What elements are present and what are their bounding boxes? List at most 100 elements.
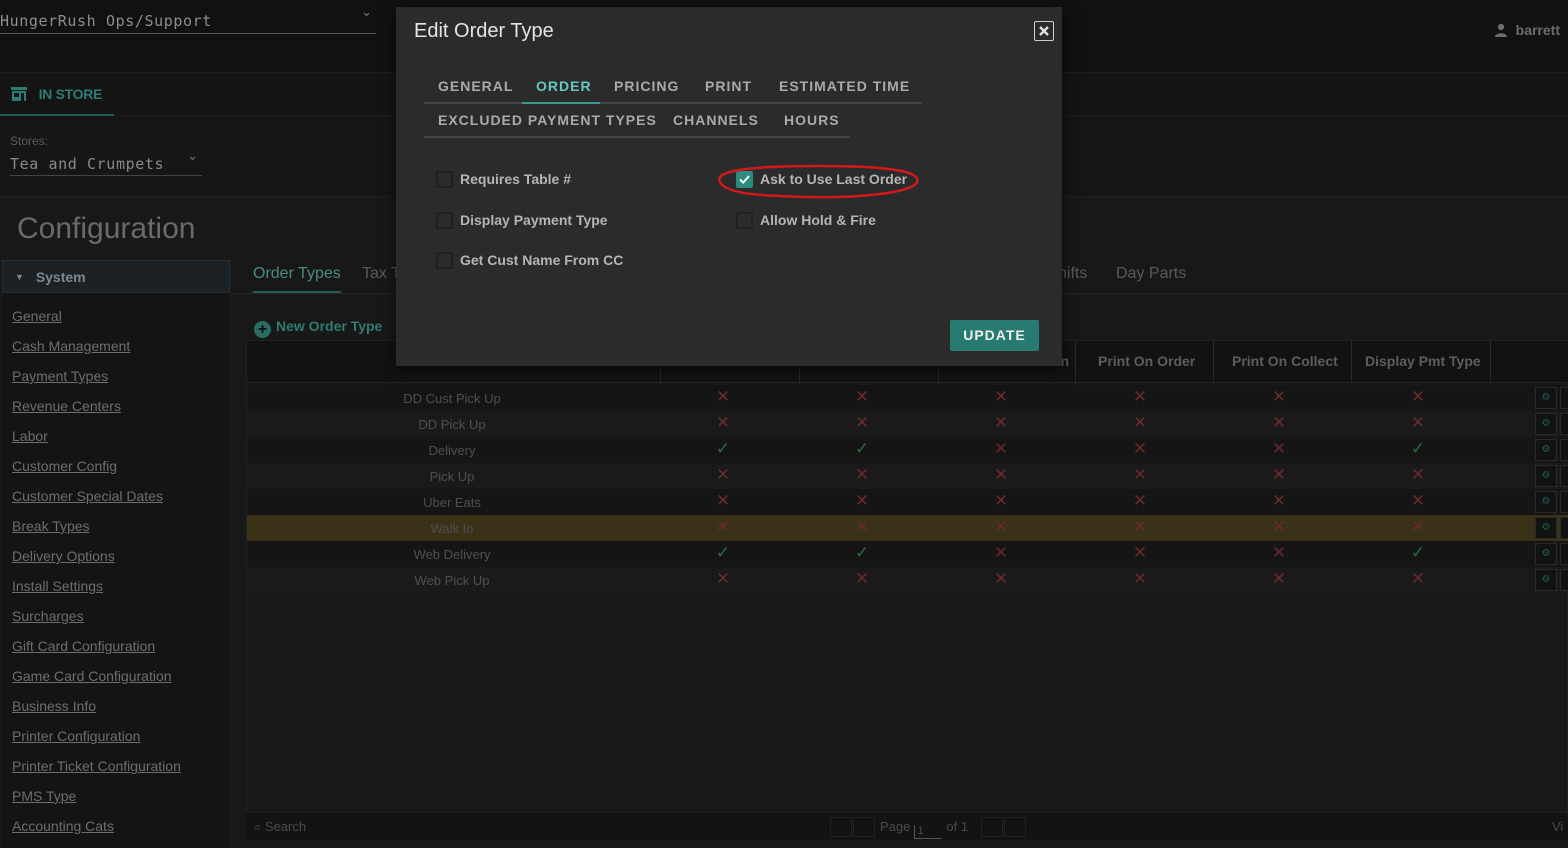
x-icon: ✕ [1410, 569, 1426, 588]
modal-tab-hours[interactable]: HOURS [784, 112, 840, 128]
prev-page-button[interactable] [853, 817, 875, 837]
sidebar-item-break-types[interactable]: Break Types [12, 518, 181, 548]
sidebar-item-printer-configuration[interactable]: Printer Configuration [12, 728, 181, 758]
user-name: barrett [1515, 22, 1560, 38]
sidebar-item-business-info[interactable]: Business Info [12, 698, 181, 728]
tab-in-store[interactable]: IN STORE [0, 74, 114, 116]
annotation-ellipse [718, 164, 919, 199]
sidebar-item-gift-card-configuration[interactable]: Gift Card Configuration [12, 638, 181, 668]
new-order-type-button[interactable]: + New Order Type [254, 318, 382, 338]
org-select-value: HungerRush Ops/Support [0, 12, 212, 30]
x-icon: ✕ [1271, 543, 1287, 562]
sidebar-item-install-settings[interactable]: Install Settings [12, 578, 181, 608]
row-action-button[interactable] [1560, 569, 1568, 591]
store-select[interactable]: Tea and Crumpets ⌄ [10, 148, 202, 176]
order-type-name: Web Pick Up [414, 573, 490, 588]
tab-tax[interactable]: Tax T [362, 265, 401, 283]
x-icon: ✕ [1132, 465, 1148, 484]
tab-underline [424, 136, 850, 138]
sidebar-item-surcharges[interactable]: Surcharges [12, 608, 181, 638]
grid-search[interactable]: ⌕ Search [254, 819, 306, 835]
sidebar-item-cash-management[interactable]: Cash Management [12, 338, 181, 368]
modal-tab-excluded-payment-types[interactable]: EXCLUDED PAYMENT TYPES [438, 112, 657, 128]
modal-tab-estimated-time[interactable]: ESTIMATED TIME [779, 78, 910, 94]
sidebar-section-system[interactable]: ▼ System [2, 260, 230, 293]
row-action-button[interactable] [1560, 413, 1568, 435]
table-row[interactable]: Delivery ✓ ✓ ✕ ✕ ✕ ✓ ⚙ [247, 437, 1568, 463]
edit-gear-icon[interactable]: ⚙ [1535, 491, 1557, 513]
sidebar-item-game-card-configuration[interactable]: Game Card Configuration [12, 668, 181, 698]
update-button[interactable]: UPDATE [950, 320, 1039, 351]
get-cust-name-checkbox[interactable] [436, 252, 453, 269]
display-payment-type-checkbox[interactable] [436, 212, 453, 229]
x-icon: ✕ [1132, 491, 1148, 510]
sidebar-item-general[interactable]: General [12, 308, 181, 338]
column-header-print-on-order[interactable]: Print On Order [1076, 341, 1214, 383]
order-type-name: Uber Eats [423, 495, 481, 510]
check-icon: ✓ [1410, 439, 1426, 458]
modal-tab-print[interactable]: PRINT [705, 78, 752, 94]
row-action-button[interactable] [1560, 465, 1568, 487]
row-action-button[interactable] [1560, 387, 1568, 409]
table-row[interactable]: Uber Eats ✕ ✕ ✕ ✕ ✕ ✕ ⚙ [247, 489, 1568, 515]
table-row[interactable]: DD Cust Pick Up ✕ ✕ ✕ ✕ ✕ ✕ ⚙ [247, 385, 1568, 411]
grid-search-label: Search [264, 819, 307, 834]
first-page-button[interactable] [830, 817, 852, 837]
table-row[interactable]: Web Pick Up ✕ ✕ ✕ ✕ ✕ ✕ ⚙ [247, 567, 1568, 593]
x-icon: ✕ [993, 543, 1009, 562]
tab-shifts[interactable]: hifts [1058, 265, 1087, 283]
tab-order-types[interactable]: Order Types [253, 265, 341, 293]
modal-tab-order[interactable]: ORDER [536, 78, 592, 94]
x-icon: ✕ [1271, 439, 1287, 458]
allow-hold-fire-checkbox[interactable] [736, 212, 753, 229]
user-menu[interactable]: barrett [1494, 22, 1560, 38]
org-select[interactable]: HungerRush Ops/Support ⌄ [0, 0, 376, 34]
edit-gear-icon[interactable]: ⚙ [1535, 569, 1557, 591]
sidebar-item-labor[interactable]: Labor [12, 428, 181, 458]
edit-gear-icon[interactable]: ⚙ [1535, 543, 1557, 565]
x-icon: ✕ [854, 569, 870, 588]
sidebar-item-printer-ticket-configuration[interactable]: Printer Ticket Configuration [12, 758, 181, 788]
x-icon: ✕ [1410, 387, 1426, 406]
modal-tab-pricing[interactable]: PRICING [614, 78, 679, 94]
page-label: Page [880, 819, 911, 834]
last-page-button[interactable] [1004, 817, 1026, 837]
row-action-button[interactable] [1560, 439, 1568, 461]
store-icon [11, 87, 27, 101]
table-row[interactable]: Pick Up ✕ ✕ ✕ ✕ ✕ ✕ ⚙ [247, 463, 1568, 489]
sidebar-item-payment-types[interactable]: Payment Types [12, 368, 181, 398]
check-icon: ✓ [854, 543, 870, 562]
column-header-display-pmt-type[interactable]: Display Pmt Type [1352, 341, 1491, 383]
sidebar-item-customer-config[interactable]: Customer Config [12, 458, 181, 488]
modal-tab-channels[interactable]: CHANNELS [673, 112, 759, 128]
x-icon: ✕ [1132, 543, 1148, 562]
order-type-name: DD Cust Pick Up [403, 391, 501, 406]
column-header-print-on-collect[interactable]: Print On Collect [1214, 341, 1352, 383]
close-button[interactable] [1034, 21, 1054, 41]
table-row[interactable]: Walk In ✕ ✕ ✕ ✕ ✕ ✕ ⚙ [247, 515, 1568, 541]
sidebar-item-delivery-options[interactable]: Delivery Options [12, 548, 181, 578]
x-icon: ✕ [715, 413, 731, 432]
sidebar-item-customer-special-dates[interactable]: Customer Special Dates [12, 488, 181, 518]
modal-tab-general[interactable]: GENERAL [438, 78, 513, 94]
requires-table-checkbox[interactable] [436, 171, 453, 188]
next-page-button[interactable] [981, 817, 1003, 837]
sidebar-item-pms-type[interactable]: PMS Type [12, 788, 181, 818]
sidebar-item-revenue-centers[interactable]: Revenue Centers [12, 398, 181, 428]
table-row[interactable]: Web Delivery ✓ ✓ ✕ ✕ ✕ ✓ ⚙ [247, 541, 1568, 567]
edit-gear-icon[interactable]: ⚙ [1535, 413, 1557, 435]
row-action-button[interactable] [1560, 543, 1568, 565]
tab-day-parts[interactable]: Day Parts [1116, 265, 1186, 283]
page-input[interactable]: 1 [914, 825, 943, 839]
edit-gear-icon[interactable]: ⚙ [1535, 387, 1557, 409]
edit-gear-icon[interactable]: ⚙ [1535, 439, 1557, 461]
edit-gear-icon[interactable]: ⚙ [1535, 517, 1557, 539]
row-action-button[interactable] [1560, 517, 1568, 539]
table-row[interactable]: DD Pick Up ✕ ✕ ✕ ✕ ✕ ✕ ⚙ [247, 411, 1568, 437]
x-icon: ✕ [715, 569, 731, 588]
caret-down-icon: ▼ [15, 272, 24, 282]
edit-gear-icon[interactable]: ⚙ [1535, 465, 1557, 487]
sidebar-item-accounting-cats[interactable]: Accounting Cats [12, 818, 181, 848]
row-action-button[interactable] [1560, 491, 1568, 513]
active-tab-indicator [522, 102, 600, 104]
